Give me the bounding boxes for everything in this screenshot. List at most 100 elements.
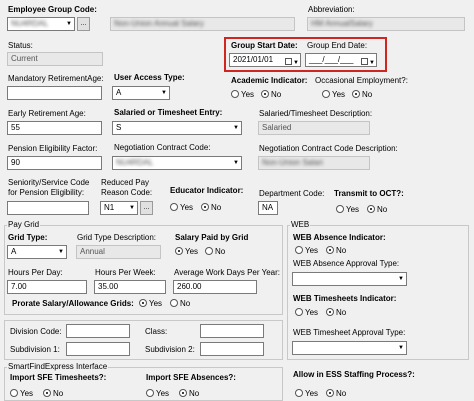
class-field[interactable] xyxy=(200,324,264,338)
radio-label: No xyxy=(180,299,191,308)
web-timesheets-no-radio[interactable]: No xyxy=(326,308,346,317)
sfe-group-title: SmartFindExpress Interface xyxy=(7,362,109,371)
web-absence-indicator-label: WEB Absence Indicator: xyxy=(293,233,386,242)
group-start-date-field[interactable]: 2021/01/01 ▼ xyxy=(229,53,301,67)
mandatory-retirement-age-field[interactable] xyxy=(7,86,102,100)
employee-group-code-value: NU4RDAL xyxy=(11,19,49,28)
seniority-service-code-field[interactable] xyxy=(7,201,89,215)
salary-grid-yes-radio[interactable]: Yes xyxy=(175,247,198,256)
radio-selected-icon xyxy=(201,203,209,211)
department-code-field[interactable]: NA xyxy=(258,201,278,215)
radio-selected-icon xyxy=(326,246,334,254)
oct-no-radio[interactable]: No xyxy=(367,205,387,214)
division-code-label: Division Code: xyxy=(10,327,62,336)
web-absence-approval-type-select[interactable]: ▼ xyxy=(292,272,407,286)
web-absence-approval-type-label: WEB Absence Approval Type: xyxy=(293,259,400,268)
academic-no-radio[interactable]: No xyxy=(261,90,281,99)
hours-per-day-field[interactable]: 7.00 xyxy=(7,280,87,294)
radio-icon xyxy=(295,308,303,316)
chevron-down-icon: ▼ xyxy=(398,345,404,351)
division-code-field[interactable] xyxy=(66,324,130,338)
radio-label: Yes xyxy=(185,247,199,256)
grid-type-label: Grid Type: xyxy=(8,233,48,242)
educator-yes-radio[interactable]: Yes xyxy=(170,203,193,212)
occasional-yes-radio[interactable]: Yes xyxy=(322,90,345,99)
negotiation-contract-description-value: Non-Union Salari xyxy=(262,158,323,167)
hours-per-week-field[interactable]: 35.00 xyxy=(94,280,166,294)
chevron-down-icon: ▼ xyxy=(233,160,239,166)
radio-label: No xyxy=(189,389,200,398)
negotiation-contract-description-field: Non-Union Salari xyxy=(258,156,370,170)
radio-label: No xyxy=(215,247,226,256)
user-access-type-label: User Access Type: xyxy=(114,73,185,82)
radio-icon xyxy=(295,389,303,397)
abbreviation-field: HM AnnualSalary xyxy=(307,17,465,31)
radio-label: Yes xyxy=(305,389,319,398)
ess-staffing-label: Allow in ESS Staffing Process?: xyxy=(293,370,415,379)
grid-type-value: A xyxy=(11,247,17,256)
employee-group-code-label: Employee Group Code: xyxy=(8,5,97,14)
radio-icon xyxy=(336,205,344,213)
radio-label: Yes xyxy=(305,308,319,317)
subdivision2-field[interactable] xyxy=(200,342,264,356)
educator-indicator-label: Educator Indicator: xyxy=(170,186,244,195)
radio-selected-icon xyxy=(367,205,375,213)
subdivision1-field[interactable] xyxy=(66,342,130,356)
pension-eligibility-factor-field[interactable]: 90 xyxy=(7,156,102,170)
web-timesheet-approval-type-select[interactable]: ▼ xyxy=(292,341,407,355)
radio-icon xyxy=(205,247,213,255)
negotiation-contract-code-label: Negotiation Contract Code: xyxy=(114,143,211,152)
salary-grid-no-radio[interactable]: No xyxy=(205,247,225,256)
import-timesheets-no-radio[interactable]: No xyxy=(43,389,63,398)
calendar-icon[interactable]: ▼ xyxy=(285,56,299,66)
group-start-date-value: 2021/01/01 xyxy=(233,55,274,64)
calendar-icon[interactable]: ▼ xyxy=(361,56,375,66)
reduced-pay-lookup-button[interactable]: ... xyxy=(140,201,153,215)
radio-label: No xyxy=(53,389,64,398)
radio-label: Yes xyxy=(241,90,255,99)
import-absences-yes-radio[interactable]: Yes xyxy=(146,389,169,398)
web-absence-no-radio[interactable]: No xyxy=(326,246,346,255)
salaried-timesheet-description-field: Salaried xyxy=(258,121,370,135)
employee-group-lookup-button[interactable]: ... xyxy=(77,17,90,31)
prorate-no-radio[interactable]: No xyxy=(170,299,190,308)
chevron-down-icon: ▼ xyxy=(129,205,135,211)
negotiation-contract-code-select[interactable]: NU4RDAL ▼ xyxy=(112,156,242,170)
radio-icon xyxy=(146,389,154,397)
avg-work-days-field[interactable]: 260.00 xyxy=(173,280,257,294)
web-absence-yes-radio[interactable]: Yes xyxy=(295,246,318,255)
radio-label: No xyxy=(336,246,347,255)
radio-selected-icon xyxy=(326,308,334,316)
web-timesheet-approval-type-label: WEB Timesheet Approval Type: xyxy=(293,328,406,337)
group-end-date-field[interactable]: ___/___/___ ▼ xyxy=(305,53,377,67)
subdivision2-label: Subdivision 2: xyxy=(145,345,195,354)
radio-label: No xyxy=(271,90,282,99)
educator-no-radio[interactable]: No xyxy=(201,203,221,212)
ess-staffing-no-radio[interactable]: No xyxy=(326,389,346,398)
grid-type-select[interactable]: A ▼ xyxy=(7,245,67,259)
prorate-yes-radio[interactable]: Yes xyxy=(139,299,162,308)
radio-selected-icon xyxy=(43,389,51,397)
occasional-no-radio[interactable]: No xyxy=(352,90,372,99)
import-absences-no-radio[interactable]: No xyxy=(179,389,199,398)
reduced-pay-reason-select[interactable]: N1 ▼ xyxy=(100,201,138,215)
radio-icon xyxy=(170,203,178,211)
user-access-type-select[interactable]: A ▼ xyxy=(112,86,170,100)
early-retirement-age-field[interactable]: 55 xyxy=(7,121,102,135)
salary-paid-by-grid-label: Salary Paid by Grid xyxy=(175,233,249,242)
department-code-label: Department Code: xyxy=(259,189,325,198)
academic-yes-radio[interactable]: Yes xyxy=(231,90,254,99)
negotiation-contract-code-value: NU4RDAL xyxy=(116,158,154,167)
ess-staffing-yes-radio[interactable]: Yes xyxy=(295,389,318,398)
group-end-date-label: Group End Date: xyxy=(307,41,368,50)
radio-selected-icon xyxy=(261,90,269,98)
status-label: Status: xyxy=(8,41,33,50)
web-timesheets-yes-radio[interactable]: Yes xyxy=(295,308,318,317)
early-retirement-age-label: Early Retirement Age: xyxy=(8,109,86,118)
import-timesheets-yes-radio[interactable]: Yes xyxy=(10,389,33,398)
oct-yes-radio[interactable]: Yes xyxy=(336,205,359,214)
employee-group-code-select[interactable]: NU4RDAL ▼ xyxy=(7,17,75,31)
radio-selected-icon xyxy=(175,247,183,255)
prorate-label: Prorate Salary/Allowance Grids: xyxy=(12,299,134,308)
salaried-timesheet-entry-select[interactable]: S ▼ xyxy=(112,121,242,135)
